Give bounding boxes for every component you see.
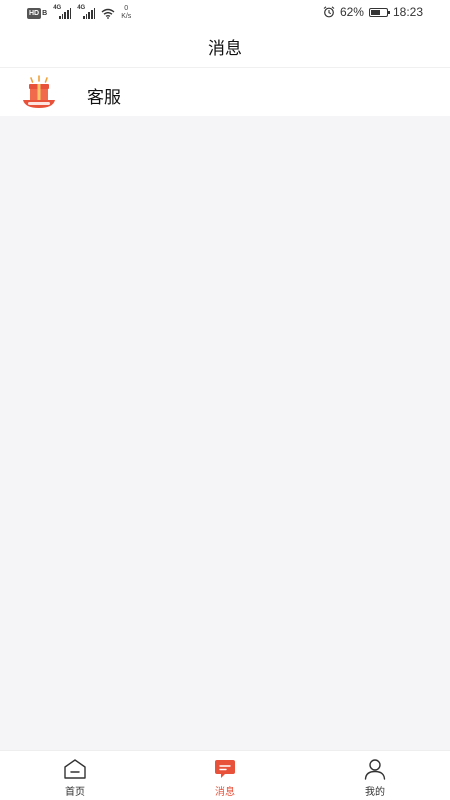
alarm-clock-icon [323,6,335,18]
tab-home-label: 首页 [65,787,85,798]
signal-label: 4G [53,5,62,11]
clock-time: 18:23 [392,5,423,19]
hd-badge: HD [27,7,42,19]
hd-indicator: HD B [27,7,48,19]
page-title: 消息 [208,39,242,58]
conversation-name: 客服 [87,88,121,107]
cell-signal-2-icon: 4G [77,5,96,19]
battery-percent: 62% [339,5,364,19]
battery-level-fill [370,9,381,15]
signal-2-label: 4G [77,5,86,11]
wifi-icon [101,8,115,19]
tab-messages[interactable]: 消息 [185,751,265,800]
gift-box-logo-icon [23,75,55,108]
status-bar: HD B 4G 4G 0 K/s 62% 18:23 [0,0,450,26]
user-icon [364,759,386,780]
network-speed-value: 0 [124,5,129,12]
bottom-tab-bar: 首页 消息 我的 [0,750,450,800]
conversation-item-customer-service[interactable]: 客服 [0,70,450,116]
sim-label: B [42,9,48,17]
chat-bubble-icon [215,760,235,778]
screen: HD B 4G 4G 0 K/s 62% 18:23 消息 客服 首页 消息 我… [0,0,450,800]
tab-me[interactable]: 我的 [335,751,415,800]
home-icon [64,759,86,779]
status-bar-right: 62% 18:23 [323,5,423,19]
tab-messages-label: 消息 [215,787,235,798]
battery-icon [368,7,390,17]
network-speed: 0 K/s [121,5,131,21]
network-speed-unit: K/s [121,13,132,20]
header: 消息 [0,26,450,68]
message-list-area [0,116,450,750]
cell-signal-icon: 4G [53,5,72,19]
tab-home[interactable]: 首页 [35,751,115,800]
tab-me-label: 我的 [365,787,385,798]
status-bar-left: HD B 4G 4G 0 K/s [27,5,131,21]
